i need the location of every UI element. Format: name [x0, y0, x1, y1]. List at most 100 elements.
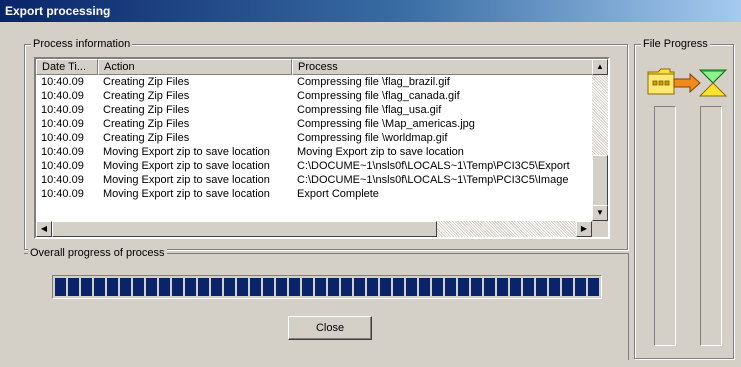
row-action: Creating Zip Files	[103, 132, 190, 144]
progress-block	[328, 278, 339, 296]
table-row[interactable]: 10:40.09 Moving Export zip to save locati…	[36, 159, 594, 173]
progress-block	[445, 278, 456, 296]
progress-block	[549, 278, 560, 296]
progress-block	[250, 278, 261, 296]
table-row[interactable]: 10:40.09 Creating Zip Files Compressing fi…	[36, 103, 594, 117]
vertical-scroll-thumb[interactable]	[592, 155, 608, 207]
column-header-process[interactable]: Process	[292, 59, 594, 75]
overall-progress-fill	[55, 278, 599, 296]
scroll-left-button[interactable]: ◀	[36, 221, 52, 237]
process-information-legend: Process information	[31, 37, 133, 51]
row-time: 10:40.09	[41, 104, 84, 116]
progress-block	[458, 278, 469, 296]
progress-block	[68, 278, 79, 296]
progress-block	[341, 278, 352, 296]
horizontal-scroll-thumb[interactable]	[52, 221, 437, 237]
progress-block	[393, 278, 404, 296]
progress-block	[120, 278, 131, 296]
table-row[interactable]: 10:40.09 Creating Zip Files Compressing fi…	[36, 131, 594, 145]
progress-block	[484, 278, 495, 296]
progress-block	[211, 278, 222, 296]
progress-block	[575, 278, 586, 296]
progress-block	[81, 278, 92, 296]
list-rows: 10:40.09 Creating Zip Files Compressing fi…	[36, 75, 594, 201]
progress-block	[510, 278, 521, 296]
scroll-down-button[interactable]: ▼	[592, 205, 608, 221]
scroll-up-button[interactable]: ▲	[592, 59, 608, 75]
table-row[interactable]: 10:40.09 Moving Export zip to save locati…	[36, 145, 594, 159]
row-time: 10:40.09	[41, 160, 84, 172]
row-action: Creating Zip Files	[103, 118, 190, 130]
horizontal-scrollbar[interactable]: ◀ ▶	[36, 221, 592, 237]
progress-block	[276, 278, 287, 296]
table-row[interactable]: 10:40.09 Creating Zip Files Compressing fi…	[36, 89, 594, 103]
folder-to-zip-arrow-icon	[646, 62, 728, 100]
row-action: Creating Zip Files	[103, 76, 190, 88]
progress-block	[406, 278, 417, 296]
table-row[interactable]: 10:40.09 Moving Export zip to save locati…	[36, 173, 594, 187]
title-bar[interactable]: Export processing	[0, 0, 741, 22]
scrollbar-corner	[592, 221, 608, 237]
progress-block	[159, 278, 170, 296]
row-time: 10:40.09	[41, 132, 84, 144]
progress-block	[497, 278, 508, 296]
progress-block	[354, 278, 365, 296]
progress-block	[224, 278, 235, 296]
progress-block	[198, 278, 209, 296]
row-process: Moving Export zip to save location	[297, 146, 464, 158]
column-header-action[interactable]: Action	[98, 59, 292, 75]
overall-progress-group: Overall progress of process	[24, 246, 629, 360]
progress-block	[237, 278, 248, 296]
export-processing-window: Export processing Process information Da…	[0, 0, 741, 367]
row-action: Creating Zip Files	[103, 104, 190, 116]
scroll-right-button[interactable]: ▶	[576, 221, 592, 237]
progress-block	[523, 278, 534, 296]
table-row[interactable]: 10:40.09 Creating Zip Files Compressing fi…	[36, 75, 594, 89]
row-action: Moving Export zip to save location	[103, 188, 270, 200]
row-process: C:\DOCUME~1\nsls0f\LOCALS~1\Temp\PCI3C5\…	[297, 174, 569, 186]
row-time: 10:40.09	[41, 90, 84, 102]
file-progress-right-bar	[700, 106, 722, 346]
overall-progress-bar	[52, 275, 602, 299]
progress-block	[133, 278, 144, 296]
progress-block	[146, 278, 157, 296]
progress-block	[432, 278, 443, 296]
row-action: Moving Export zip to save location	[103, 174, 270, 186]
column-header-date[interactable]: Date Ti...	[36, 59, 98, 75]
row-time: 10:40.09	[41, 118, 84, 130]
progress-block	[588, 278, 599, 296]
table-row[interactable]: 10:40.09 Creating Zip Files Compressing fi…	[36, 117, 594, 131]
progress-block	[471, 278, 482, 296]
row-process: Compressing file \flag_brazil.gif	[297, 76, 450, 88]
row-action: Moving Export zip to save location	[103, 146, 270, 158]
row-time: 10:40.09	[41, 76, 84, 88]
vertical-scrollbar[interactable]: ▲ ▼	[592, 59, 608, 221]
progress-block	[536, 278, 547, 296]
progress-block	[107, 278, 118, 296]
row-time: 10:40.09	[41, 146, 84, 158]
process-list[interactable]: Date Ti... Action Process 10:40.09 Creati…	[34, 57, 610, 239]
progress-block	[380, 278, 391, 296]
table-row[interactable]: 10:40.09 Moving Export zip to save locati…	[36, 187, 594, 201]
progress-block	[562, 278, 573, 296]
row-process: Compressing file \flag_usa.gif	[297, 104, 442, 116]
row-action: Moving Export zip to save location	[103, 160, 270, 172]
progress-block	[367, 278, 378, 296]
progress-block	[315, 278, 326, 296]
overall-progress-legend: Overall progress of process	[28, 246, 167, 260]
row-time: 10:40.09	[41, 174, 84, 186]
row-time: 10:40.09	[41, 188, 84, 200]
progress-block	[419, 278, 430, 296]
window-title: Export processing	[5, 4, 111, 18]
row-process: Compressing file \flag_canada.gif	[297, 90, 460, 102]
list-header: Date Ti... Action Process	[36, 59, 594, 75]
progress-block	[289, 278, 300, 296]
file-progress-legend: File Progress	[641, 37, 710, 51]
progress-block	[94, 278, 105, 296]
row-process: Compressing file \Map_americas.jpg	[297, 118, 475, 130]
row-process: C:\DOCUME~1\nsls0f\LOCALS~1\Temp\PCI3C5\…	[297, 160, 570, 172]
close-button[interactable]: Close	[288, 316, 372, 340]
file-progress-left-bar	[654, 106, 676, 346]
row-process: Compressing file \worldmap.gif	[297, 132, 448, 144]
row-process: Export Complete	[297, 188, 379, 200]
